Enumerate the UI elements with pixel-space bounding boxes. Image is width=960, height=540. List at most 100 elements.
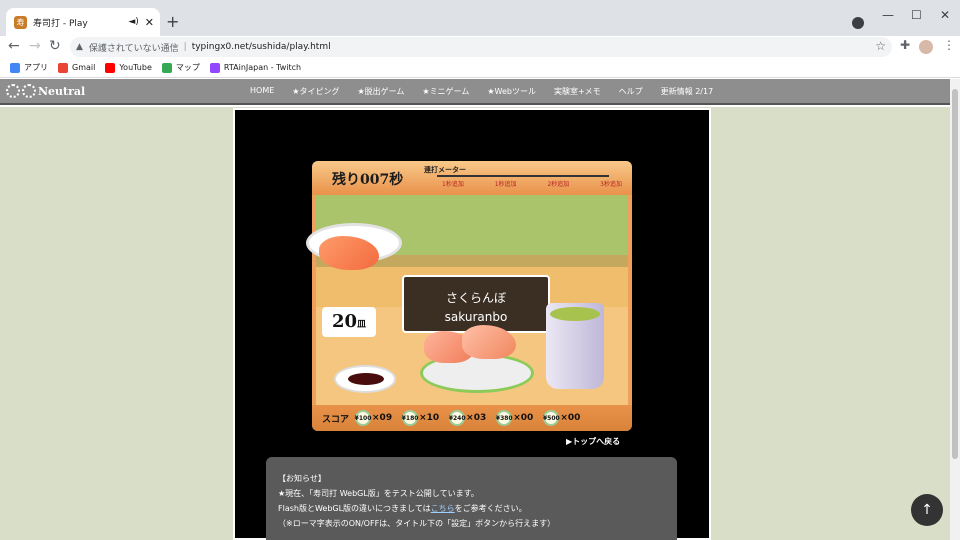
tab-title: 寿司打 - Play bbox=[33, 18, 88, 29]
score-item-240: ¥240 ×03 bbox=[449, 410, 486, 426]
salmon-plate-icon bbox=[306, 223, 402, 270]
notice-text: Flash版とWebGL版の違いにつきましては bbox=[278, 504, 431, 513]
bookmark-gmail[interactable]: Gmail bbox=[58, 62, 96, 73]
notice-line: ★現在、「寿司打 WebGL版」をテスト公開しています。 bbox=[278, 489, 479, 498]
gear-logo-icon bbox=[22, 84, 36, 98]
meter-tick: 1秒追加 bbox=[494, 181, 517, 188]
word-romaji: sakuranbo bbox=[444, 310, 508, 324]
url-text: typingx0.net/sushida/play.html bbox=[191, 42, 331, 52]
new-tab-button[interactable]: + bbox=[166, 12, 179, 31]
scroll-to-top-button[interactable]: ↑ bbox=[911, 494, 943, 526]
bookmark-label: RTAinJapan - Twitch bbox=[223, 63, 302, 72]
combo-meter-ticks: 1秒追加 1秒追加 2秒追加 3秒追加 bbox=[442, 179, 622, 188]
bookmark-twitch[interactable]: RTAinJapan - Twitch bbox=[209, 62, 302, 73]
notice-link[interactable]: こちら bbox=[431, 504, 455, 513]
menu-item-typing[interactable]: ★タイピング bbox=[292, 86, 339, 97]
plate-coin-icon: ¥500 bbox=[543, 410, 560, 426]
maximize-button[interactable]: ☐ bbox=[911, 8, 922, 22]
bookmark-youtube[interactable]: YouTube bbox=[105, 62, 152, 73]
maps-icon bbox=[161, 62, 172, 73]
speaker-icon[interactable]: ◄) bbox=[128, 17, 138, 27]
meter-tick: 1秒追加 bbox=[442, 181, 464, 188]
menu-item-updates[interactable]: 更新情報 2/17 bbox=[661, 86, 714, 97]
typing-word-box: さくらんぼ sakuranbo bbox=[402, 275, 550, 333]
plate-coin-icon: ¥100 bbox=[355, 410, 371, 426]
browser-toolbar: ← → ↻ ▲ 保護されていない通信 | typingx0.net/sushid… bbox=[0, 36, 960, 58]
site-menu: HOME ★タイピング ★脱出ゲーム ★ミニゲーム ★Webツール 実験室+メモ… bbox=[250, 86, 713, 97]
browser-tab[interactable]: 寿 寿司打 - Play ◄) ✕ bbox=[6, 8, 160, 36]
score-item-380: ¥380 ×00 bbox=[496, 410, 533, 426]
meter-tick: 3秒追加 bbox=[600, 181, 622, 188]
address-bar[interactable]: ▲ 保護されていない通信 | typingx0.net/sushida/play… bbox=[70, 37, 892, 57]
forward-arrow-icon[interactable]: → bbox=[29, 38, 41, 54]
notice-box: 【お知らせ】 ★現在、「寿司打 WebGL版」をテスト公開しています。 Flas… bbox=[266, 457, 677, 540]
page-scrollbar[interactable] bbox=[950, 79, 960, 540]
menu-item-escape-game[interactable]: ★脱出ゲーム bbox=[357, 86, 404, 97]
menu-item-home[interactable]: HOME bbox=[250, 86, 274, 97]
score-count: ×10 bbox=[419, 413, 440, 423]
sushi-favicon-icon: 寿 bbox=[14, 15, 27, 29]
plate-counter: 20皿 bbox=[322, 307, 376, 337]
plate-coin-icon: ¥240 bbox=[449, 410, 466, 426]
bookmark-apps[interactable]: アプリ bbox=[10, 62, 48, 73]
apps-grid-icon bbox=[10, 62, 20, 73]
tea-cup-icon bbox=[546, 303, 604, 389]
bookmark-label: マップ bbox=[175, 63, 200, 72]
word-kana: さくらんぼ bbox=[445, 291, 506, 305]
menu-item-web-tools[interactable]: ★Webツール bbox=[487, 86, 536, 97]
notice-text: をご参考ください。 bbox=[454, 504, 527, 513]
divider: | bbox=[183, 42, 187, 52]
score-bar: スコア ¥100 ×09 ¥180 ×10 ¥240 ×03 ¥380 ×00 ¥500… bbox=[312, 405, 632, 431]
logo-text: Neutral bbox=[38, 84, 86, 98]
bookmark-label: アプリ bbox=[24, 63, 48, 72]
bookmark-label: YouTube bbox=[119, 63, 152, 72]
meter-tick: 2秒追加 bbox=[547, 181, 570, 188]
profile-menu-icon[interactable] bbox=[852, 17, 864, 29]
back-to-top-link[interactable]: ▶トップへ戻る bbox=[566, 436, 620, 447]
menu-item-help[interactable]: ヘルプ bbox=[619, 86, 643, 97]
plate-unit: 皿 bbox=[357, 320, 367, 330]
bookmark-label: Gmail bbox=[72, 63, 96, 72]
profile-avatar[interactable] bbox=[919, 40, 933, 54]
site-logo[interactable]: Neutral bbox=[6, 84, 85, 98]
sushi-counter-scene: さくらんぼ sakuranbo 20皿 bbox=[306, 195, 628, 405]
notice-title: 【お知らせ】 bbox=[278, 474, 326, 483]
combo-meter-bar bbox=[437, 175, 609, 177]
bookmark-star-icon[interactable]: ☆ bbox=[875, 39, 886, 53]
extensions-puzzle-icon[interactable]: ✚ bbox=[900, 38, 910, 52]
soy-sauce-dish-icon bbox=[334, 365, 396, 393]
security-status: 保護されていない通信 bbox=[88, 43, 179, 54]
notice-line: Flash版とWebGL版の違いにつきましてはこちらをご参考ください。 bbox=[278, 501, 665, 516]
close-window-button[interactable]: ✕ bbox=[940, 8, 950, 22]
browser-titlebar: 寿 寿司打 - Play ◄) ✕ + — ☐ ✕ bbox=[0, 0, 960, 36]
tab-close-button[interactable]: ✕ bbox=[145, 16, 154, 29]
combo-meter-label: 連打メーター bbox=[424, 166, 466, 174]
reload-icon[interactable]: ↻ bbox=[49, 38, 61, 54]
score-count: ×00 bbox=[560, 413, 581, 423]
menu-item-lab-memo[interactable]: 実験室+メモ bbox=[554, 86, 601, 97]
plate-coin-icon: ¥180 bbox=[402, 410, 418, 426]
plate-coin-icon: ¥380 bbox=[496, 410, 513, 426]
more-menu-icon[interactable]: ⋮ bbox=[943, 38, 955, 52]
plate-count: 20 bbox=[331, 311, 358, 332]
score-count: ×03 bbox=[466, 413, 487, 423]
bookmark-maps[interactable]: マップ bbox=[161, 62, 200, 73]
game-header: 残り007秒 連打メーター 1秒追加 1秒追加 2秒追加 3秒追加 bbox=[312, 161, 632, 195]
youtube-icon bbox=[105, 62, 116, 73]
time-remaining: 残り007秒 bbox=[332, 172, 404, 188]
sushida-game[interactable]: 残り007秒 連打メーター 1秒追加 1秒追加 2秒追加 3秒追加 さくらんぼ … bbox=[306, 161, 632, 431]
score-label: スコア bbox=[322, 414, 350, 425]
gear-logo-icon bbox=[6, 84, 20, 98]
twitch-icon bbox=[209, 62, 220, 73]
score-count: ×00 bbox=[513, 413, 534, 423]
notice-line: （※ローマ字表示のON/OFFは、タイトル下の「設定」ボタンから行えます） bbox=[278, 519, 556, 528]
minimize-button[interactable]: — bbox=[882, 8, 894, 22]
back-arrow-icon[interactable]: ← bbox=[8, 38, 20, 54]
score-item-180: ¥180 ×10 bbox=[402, 410, 439, 426]
menu-item-mini-game[interactable]: ★ミニゲーム bbox=[422, 86, 469, 97]
warning-icon: ▲ bbox=[76, 42, 83, 52]
scrollbar-thumb[interactable] bbox=[952, 89, 958, 459]
gmail-icon bbox=[58, 62, 68, 73]
score-count: ×09 bbox=[372, 413, 393, 423]
bookmarks-bar: アプリ Gmail YouTube マップ RTAinJapan - Twitc… bbox=[0, 58, 960, 78]
